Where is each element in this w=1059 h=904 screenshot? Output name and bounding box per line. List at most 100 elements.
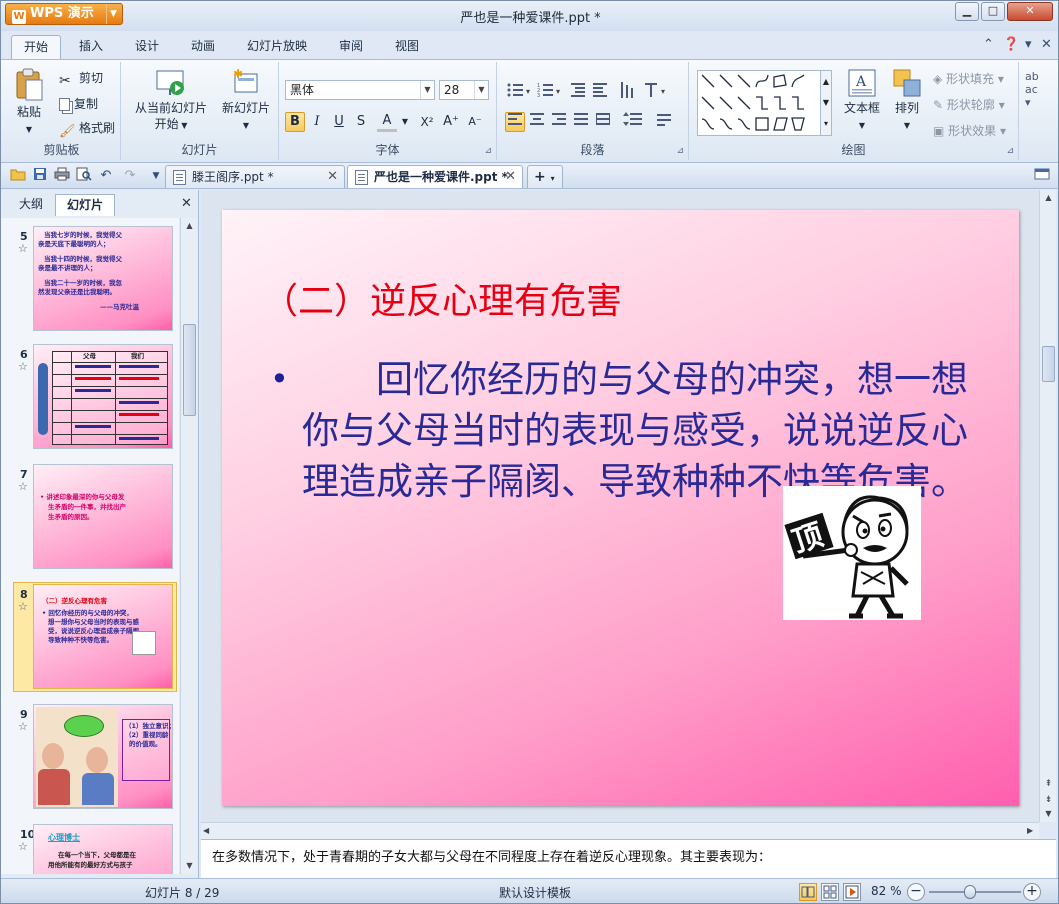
cut-button[interactable]: ✂ 剪切: [59, 68, 103, 89]
undo-icon[interactable]: ↶: [97, 167, 115, 185]
slide-thumbnail-9[interactable]: （1）独立意识； （2）重视同龄 的价值观。: [33, 704, 173, 809]
slide-thumbnail-10[interactable]: 心理博士 在每一个当下，父母都是在 用他所能有的最好方式与孩子: [33, 824, 173, 874]
shapes-gallery-scroll[interactable]: ▲ ▼ ▾: [820, 70, 832, 136]
tab-review[interactable]: 审阅: [327, 35, 375, 59]
tab-list-icon[interactable]: [1033, 167, 1051, 185]
new-slide-button[interactable]: ✱ 新幻灯片 ▼: [217, 68, 275, 134]
tab-design[interactable]: 设计: [123, 35, 171, 59]
ribbon-options-icon[interactable]: ▾: [1025, 37, 1032, 52]
close-panel-icon[interactable]: ✕: [181, 196, 192, 211]
scroll-down-icon[interactable]: ▼: [181, 858, 198, 874]
shape-outline-button[interactable]: ✎ 形状轮廓 ▾: [933, 96, 1005, 113]
tab-home[interactable]: 开始: [11, 35, 61, 59]
scroll-left-icon[interactable]: ◀: [203, 823, 209, 839]
slideshow-view-button[interactable]: [843, 883, 861, 901]
distribute-button[interactable]: [593, 112, 613, 132]
distribute-icon: [596, 113, 610, 125]
shape-fill-button[interactable]: ◈ 形状填充 ▾: [933, 70, 1004, 87]
bold-button[interactable]: B: [285, 112, 305, 132]
close-button[interactable]: ✕: [1007, 2, 1053, 21]
tab-animation[interactable]: 动画: [179, 35, 227, 59]
slide-thumbnail-7[interactable]: • 讲述印象最深的你与父母发 生矛盾的一件事，并找出产 生矛盾的原因。: [33, 464, 173, 569]
slide-body-text[interactable]: 回忆你经历的与父母的冲突，想一想你与父母当时的表现与感受，说说逆反心理造成亲子隔…: [302, 354, 982, 507]
tab-slides[interactable]: 幻灯片: [55, 194, 115, 216]
scroll-thumb[interactable]: [183, 324, 196, 416]
slide-title[interactable]: （二）逆反心理有危害: [262, 272, 622, 324]
align-center-button[interactable]: [527, 112, 547, 132]
shape-effects-button[interactable]: ▣ 形状效果 ▾: [933, 122, 1006, 139]
shadow-button[interactable]: S: [351, 112, 371, 132]
underline-button[interactable]: U: [329, 112, 349, 132]
line-spacing-button[interactable]: [623, 112, 643, 132]
scroll-thumb[interactable]: [1042, 346, 1055, 382]
more-ribbon-icon[interactable]: ab ac ▾: [1025, 70, 1039, 109]
grow-font-button[interactable]: A⁺: [441, 112, 461, 132]
slide-horizontal-scrollbar[interactable]: ◀ ▶: [201, 822, 1039, 839]
text-direction-button[interactable]: [657, 112, 677, 132]
tab-slideshow[interactable]: 幻灯片放映: [237, 35, 317, 59]
zoom-in-button[interactable]: +: [1023, 883, 1041, 901]
slide-thumbnail-6[interactable]: 父母 我们: [33, 344, 173, 449]
scroll-right-icon[interactable]: ▶: [1027, 823, 1033, 839]
redo-icon[interactable]: ↷: [121, 167, 139, 185]
slide-thumbnail-5[interactable]: 当我七岁的时候，我觉得父 亲是天底下最聪明的人； 当我十四的时候，我觉得父 亲是…: [33, 226, 173, 331]
tab-outline[interactable]: 大纲: [7, 194, 55, 216]
tab-insert[interactable]: 插入: [67, 35, 115, 59]
drawing-dialog-launcher-icon[interactable]: ⊿: [1006, 146, 1014, 156]
thumb-text: 生矛盾的原因。: [48, 513, 94, 521]
chevron-down-icon[interactable]: ▼: [395, 112, 415, 132]
minimize-button[interactable]: ▁: [955, 2, 979, 21]
justify-button[interactable]: [571, 112, 591, 132]
print-preview-icon[interactable]: [75, 167, 93, 185]
normal-view-button[interactable]: [799, 883, 817, 901]
superscript-button[interactable]: X²: [417, 112, 437, 132]
doc-tab-tengwangge[interactable]: 滕王阁序.ppt * ✕: [165, 165, 345, 188]
print-icon[interactable]: [53, 167, 71, 185]
thumbnails-scrollbar[interactable]: ▲ ▼: [180, 218, 197, 874]
cartoon-clipart[interactable]: 顶: [783, 486, 921, 620]
help-icon[interactable]: ❓: [1003, 37, 1019, 52]
paste-button[interactable]: 粘贴 ▼: [9, 68, 49, 138]
align-left-button[interactable]: [505, 112, 525, 132]
play-from-current-button[interactable]: 从当前幻灯片 开始 ▼: [129, 68, 213, 134]
maximize-button[interactable]: □: [981, 2, 1005, 21]
scroll-up-icon[interactable]: ▲: [181, 218, 198, 234]
zoom-slider-thumb[interactable]: [964, 885, 977, 899]
slide-vertical-scrollbar[interactable]: ▲ ⇞ ⇟ ▼: [1039, 190, 1056, 822]
ribbon-close-icon[interactable]: ✕: [1041, 37, 1052, 52]
font-color-button[interactable]: A: [377, 112, 397, 132]
slide-sorter-view-button[interactable]: [821, 883, 839, 901]
textbox-button[interactable]: A 文本框 ▼: [839, 68, 885, 134]
font-dialog-launcher-icon[interactable]: ⊿: [484, 146, 492, 156]
font-name-select[interactable]: 黑体 ▼: [285, 80, 435, 100]
zoom-out-button[interactable]: −: [907, 883, 925, 901]
tab-view[interactable]: 视图: [383, 35, 431, 59]
copy-button[interactable]: 复制: [59, 94, 98, 114]
previous-slide-icon[interactable]: ⇞: [1040, 776, 1057, 792]
doc-tab-current[interactable]: 严也是一种爱课件.ppt * ✕: [347, 165, 523, 188]
open-folder-icon[interactable]: [9, 167, 27, 185]
cartoon-boy-icon: 顶: [783, 486, 921, 620]
shapes-gallery[interactable]: [697, 70, 821, 136]
save-icon[interactable]: [31, 167, 49, 185]
current-slide[interactable]: （二）逆反心理有危害 • 回忆你经历的与父母的冲突，想一想你与父母当时的表现与感…: [222, 210, 1019, 806]
arrange-button[interactable]: 排列 ▼: [887, 68, 927, 134]
align-right-button[interactable]: [549, 112, 569, 132]
close-tab-icon[interactable]: ✕: [327, 166, 338, 188]
slide-thumbnail-8[interactable]: （二）逆反心理有危害 • 回忆你经历的与父母的冲突， 想一想你与父母当时的表现与…: [33, 584, 173, 689]
zoom-slider-track[interactable]: [929, 885, 1021, 899]
customize-toolbar-icon[interactable]: ▼: [147, 167, 165, 185]
close-tab-icon[interactable]: ✕: [505, 166, 516, 188]
paragraph-dialog-launcher-icon[interactable]: ⊿: [676, 146, 684, 156]
scroll-down-icon[interactable]: ▼: [1040, 806, 1057, 822]
italic-button[interactable]: I: [307, 112, 327, 132]
shrink-font-button[interactable]: A⁻: [465, 112, 485, 132]
scroll-up-icon[interactable]: ▲: [1040, 190, 1057, 206]
collapse-ribbon-icon[interactable]: ⌃: [983, 37, 994, 52]
new-tab-button[interactable]: + ▾: [527, 165, 563, 188]
thumb-text: 的价值观。: [129, 740, 162, 748]
format-painter-button[interactable]: 🖌 格式刷: [59, 118, 115, 139]
speaker-notes[interactable]: 在多数情况下，处于青春期的子女大都与父母在不同程度上存在着逆反心理现象。其主要表…: [201, 839, 1056, 878]
font-size-select[interactable]: 28 ▼: [439, 80, 489, 100]
chevron-down-icon: ▼: [178, 121, 188, 130]
